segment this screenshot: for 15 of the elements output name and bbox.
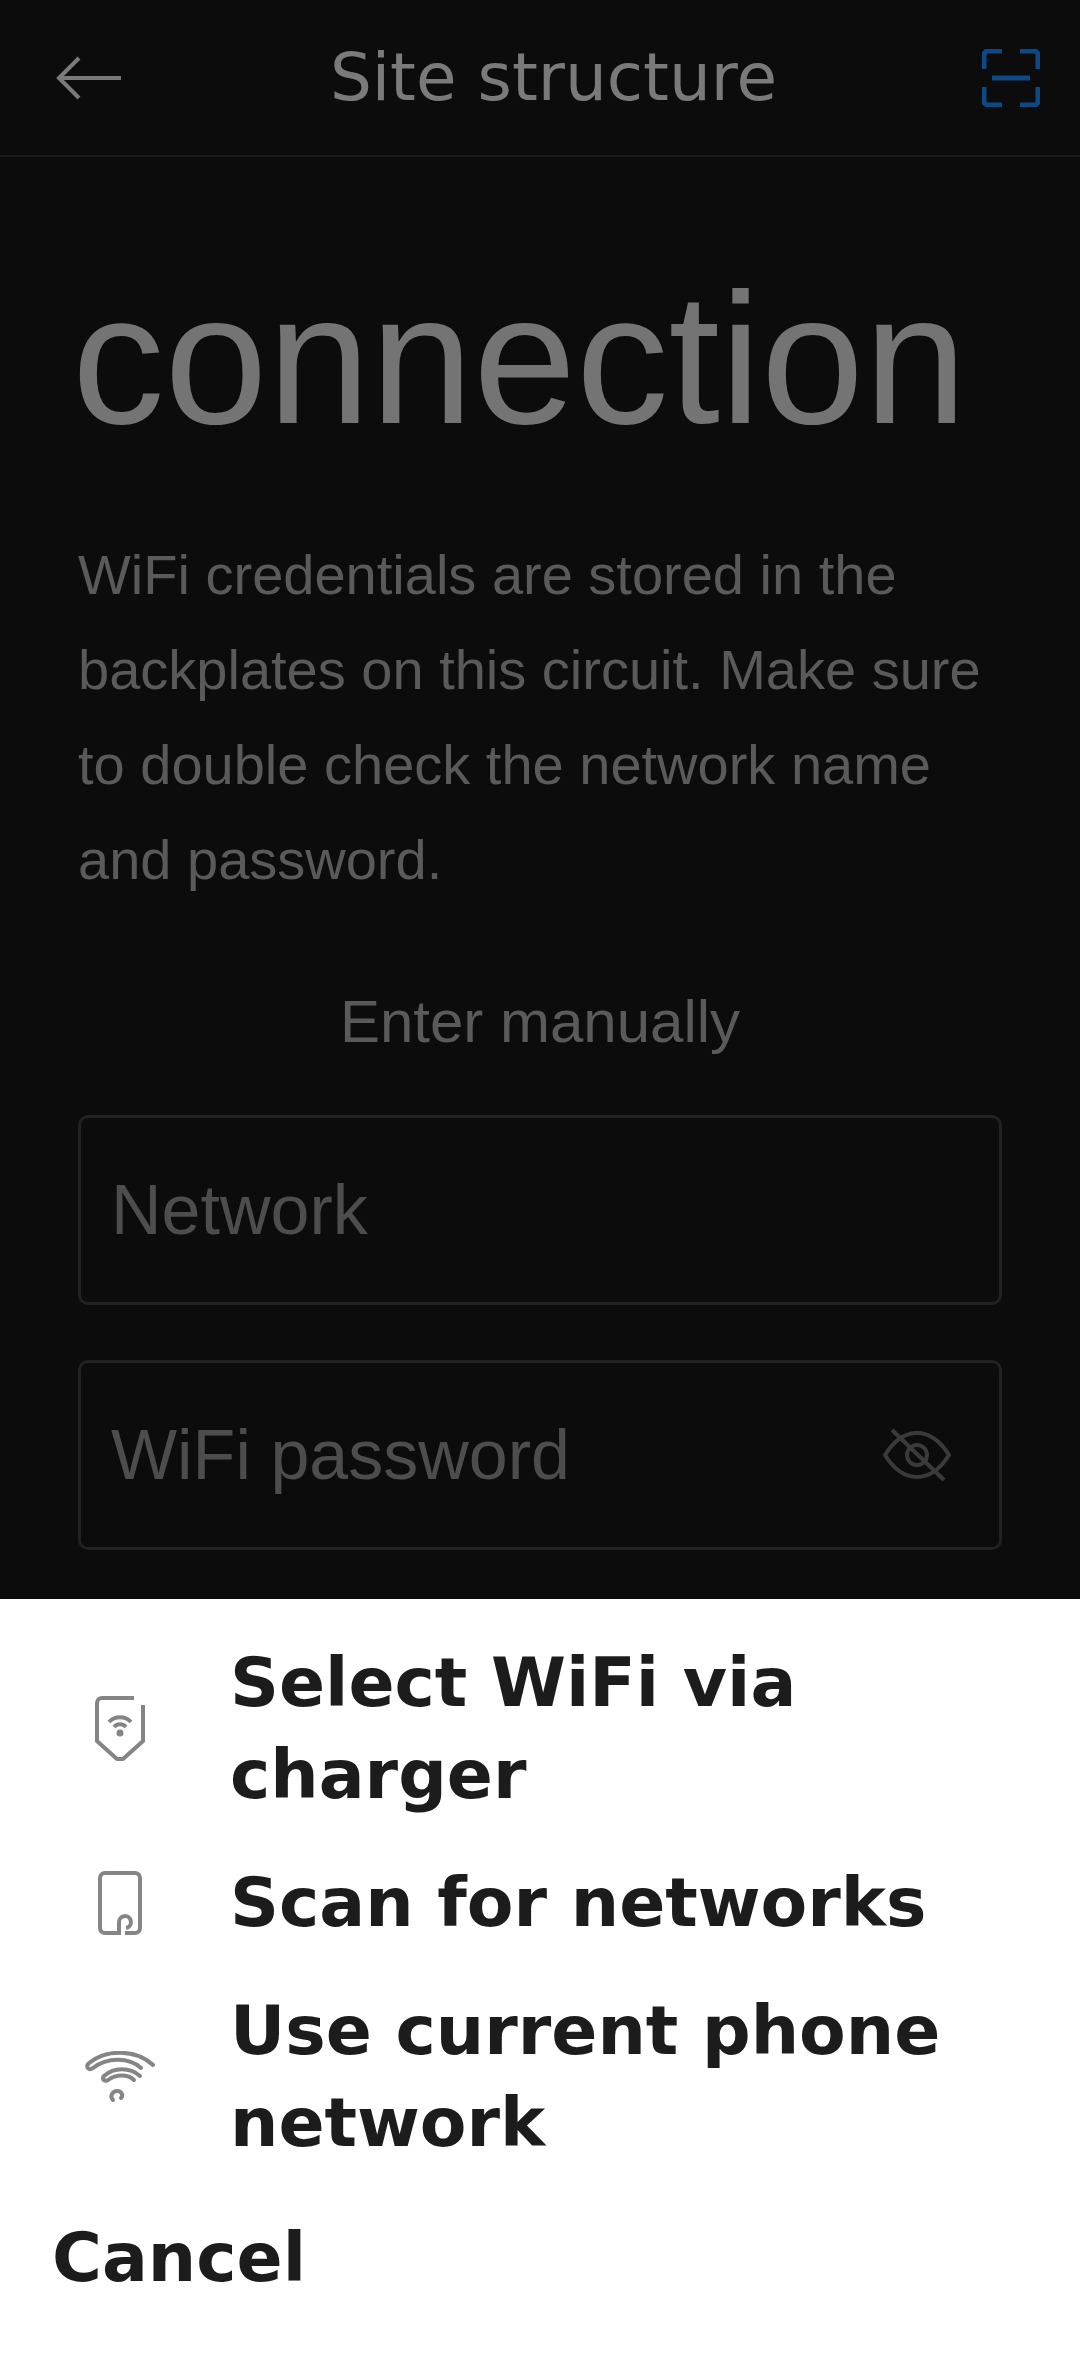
sheet-option[interactable]: Scan for networks (0, 1839, 1080, 1967)
screen-title: Site structure (329, 38, 778, 118)
phone-icon (97, 1870, 143, 1936)
description-text: WiFi credentials are stored in the backplates on this circuit. Make sure to double check the network name and password. (77, 542, 982, 893)
wifi-icon (84, 2051, 156, 2103)
section-label: Enter manually (338, 987, 742, 1057)
sheet-option[interactable]: Use current phone network (0, 1967, 1080, 2187)
network-field[interactable]: Network (78, 1115, 1002, 1305)
password-field[interactable]: WiFi password (78, 1360, 1002, 1550)
scan-icon[interactable] (982, 48, 1040, 107)
page-heading: connection (71, 255, 968, 452)
hide-password-icon[interactable] (882, 1427, 952, 1483)
sheet-option[interactable]: Select WiFi via charger (0, 1619, 1080, 1839)
cancel-button[interactable]: Cancel (0, 2187, 358, 2329)
shield-wifi-icon (94, 1696, 146, 1762)
